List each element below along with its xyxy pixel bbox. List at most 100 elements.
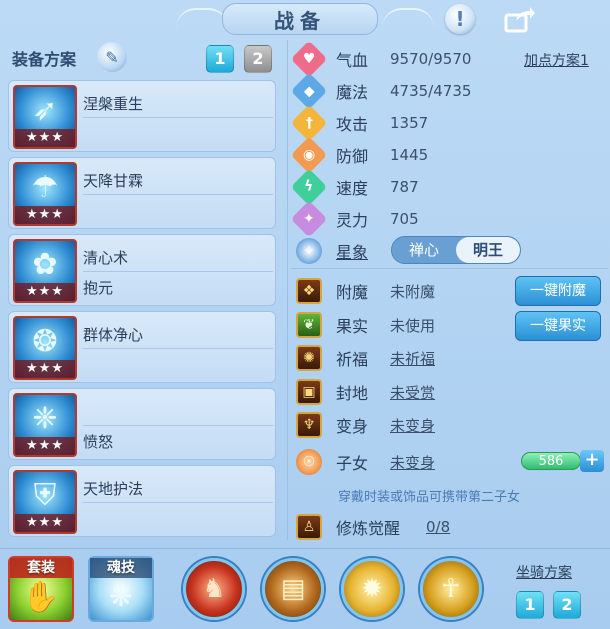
- skill-name: 清心术: [83, 249, 129, 267]
- skill-stars: ★★★: [15, 514, 75, 532]
- skill-stars: ★★★: [15, 283, 75, 301]
- soul-skill-tab-label: 魂技: [90, 558, 152, 578]
- skill-name: 天地护法: [83, 480, 144, 498]
- stat-label: 速度: [336, 179, 369, 198]
- column-divider: [287, 40, 288, 540]
- feature-row-fruit: ❦ 果实 未使用: [296, 310, 435, 340]
- skill-shield-icon: ⛨ ★★★: [13, 470, 77, 534]
- guardian-icon: ☥: [441, 574, 461, 604]
- page-title-text: 战备: [274, 8, 326, 33]
- guardian-mount-slot[interactable]: ☥: [420, 558, 482, 620]
- stat-value: 787: [390, 178, 419, 196]
- stat-row-attack: † 攻击 1357: [290, 104, 428, 142]
- fief-icon: ▣: [296, 379, 322, 405]
- stat-label: 防御: [336, 147, 369, 166]
- info-button[interactable]: !: [442, 2, 478, 36]
- skill-card[interactable]: ✿ ★★★ 清心术 抱元: [8, 234, 276, 306]
- skill-card[interactable]: ☂ ★★★ 天降甘霖: [8, 157, 276, 229]
- share-button[interactable]: [502, 2, 538, 36]
- skill-card[interactable]: ⛨ ★★★ 天地护法: [8, 465, 276, 537]
- soul-skill-tab[interactable]: 魂技 ❋: [88, 556, 154, 622]
- one-click-fruit-button[interactable]: 一键果实: [515, 311, 601, 341]
- stat-value: 9570/9570: [390, 50, 472, 68]
- skill-divider: [83, 117, 273, 118]
- title-ornament-right: [382, 8, 434, 28]
- star-sign-icon: ✧: [296, 238, 322, 264]
- stat-value: 4735/4735: [390, 82, 472, 100]
- plan-page-1-button[interactable]: 1: [206, 45, 234, 73]
- flower-icon: ✹: [361, 574, 383, 604]
- feature-value[interactable]: 未受赏: [390, 382, 435, 403]
- title-ornament-left: [176, 8, 228, 28]
- skill-card[interactable]: ➶ ★★★ 涅槃重生: [8, 80, 276, 152]
- skill-divider: [83, 194, 273, 195]
- skill-divider: [83, 271, 273, 272]
- feature-label: 封地: [336, 384, 369, 403]
- hand-icon: ✋: [22, 580, 60, 615]
- child-exp-plus-button[interactable]: +: [580, 450, 604, 472]
- stat-label: 魔法: [336, 83, 369, 102]
- chest-mount-slot[interactable]: ▤: [262, 558, 324, 620]
- skill-stars: ★★★: [15, 360, 75, 378]
- skill-card[interactable]: ❂ ★★★ 群体净心: [8, 311, 276, 383]
- skill-heart-icon: ❂ ★★★: [13, 316, 77, 380]
- set-tab[interactable]: 套装 ✋: [8, 556, 74, 622]
- star-sign-label[interactable]: 星象: [336, 239, 386, 263]
- skill-name: 涅槃重生: [83, 95, 144, 113]
- one-click-enchant-button[interactable]: 一键附魔: [515, 276, 601, 306]
- star-option-left[interactable]: 禅心: [392, 237, 456, 263]
- feature-value: 未使用: [390, 316, 436, 335]
- skill-sub: 愤怒: [83, 433, 114, 451]
- stat-label: 攻击: [336, 115, 369, 134]
- share-icon: [504, 7, 535, 33]
- training-label: 修炼觉醒: [336, 519, 401, 538]
- stat-row-spirit: ✦ 灵力 705: [290, 200, 419, 238]
- hp-icon: ♥: [290, 40, 328, 78]
- mount-plan-label[interactable]: 坐骑方案: [516, 562, 572, 582]
- star-option-right[interactable]: 明王: [456, 237, 520, 263]
- skill-stars: ★★★: [15, 129, 75, 147]
- speed-icon: ϟ: [290, 168, 328, 206]
- feature-label: 祈福: [336, 350, 369, 369]
- feature-row-transform: ♆ 变身 未变身: [296, 410, 435, 440]
- skill-divider: [83, 348, 273, 349]
- feature-row-child: ☉ 子女 未变身: [296, 447, 435, 477]
- skill-name: 群体净心: [83, 326, 144, 344]
- feature-value: 未附魔: [390, 282, 436, 301]
- plan-page-2-button[interactable]: 2: [244, 45, 272, 73]
- feature-label: 附魔: [336, 283, 369, 302]
- edit-plan-button[interactable]: ✎: [97, 42, 127, 72]
- dragon-mount-slot[interactable]: ♞: [183, 558, 245, 620]
- feature-value[interactable]: 未变身: [390, 452, 435, 473]
- stat-plan-link[interactable]: 加点方案1: [524, 50, 589, 70]
- skill-stars: ★★★: [15, 437, 75, 455]
- stat-row-speed: ϟ 速度 787: [290, 168, 419, 206]
- fruit-icon: ❦: [296, 312, 322, 338]
- training-icon: ♙: [296, 514, 322, 540]
- feature-row-bless: ✺ 祈福 未祈福: [296, 343, 435, 373]
- stat-row-star: ✧ 星象: [296, 236, 386, 266]
- stat-value: 1445: [390, 146, 429, 164]
- defense-icon: ◉: [290, 136, 328, 174]
- skill-flame-icon: ❈ ★★★: [13, 393, 77, 457]
- training-value[interactable]: 0/8: [426, 518, 450, 536]
- skill-lotus-icon: ✿ ★★★: [13, 239, 77, 303]
- training-row: ♙ 修炼觉醒: [296, 512, 416, 542]
- child-hint-text[interactable]: 穿戴时装或饰品可携带第二子女: [338, 486, 520, 505]
- feature-row-enchant: ❖ 附魔 未附魔: [296, 276, 435, 306]
- feature-label: 变身: [336, 417, 369, 436]
- equipment-panel: 战备 ! 装备方案 ✎ 1 2 ➶ ★★★ 涅槃重生 ☂ ★★★ 天降甘霖 ✿ ★★★…: [0, 0, 610, 629]
- feature-value[interactable]: 未变身: [390, 415, 435, 436]
- mount-page-2-button[interactable]: 2: [553, 591, 581, 619]
- flower-mount-slot[interactable]: ✹: [341, 558, 403, 620]
- chest-icon: ▤: [280, 574, 306, 604]
- star-sign-toggle[interactable]: 禅心 明王: [391, 236, 521, 264]
- exclamation-icon: !: [445, 4, 475, 34]
- feature-value[interactable]: 未祈福: [390, 348, 435, 369]
- child-icon: ☉: [296, 449, 322, 475]
- feature-label: 果实: [336, 317, 369, 336]
- skill-sub: 抱元: [83, 279, 114, 297]
- skill-card[interactable]: ❈ ★★★ 愤怒: [8, 388, 276, 460]
- stat-row-hp: ♥ 气血 9570/9570: [290, 40, 472, 78]
- mount-page-1-button[interactable]: 1: [516, 591, 544, 619]
